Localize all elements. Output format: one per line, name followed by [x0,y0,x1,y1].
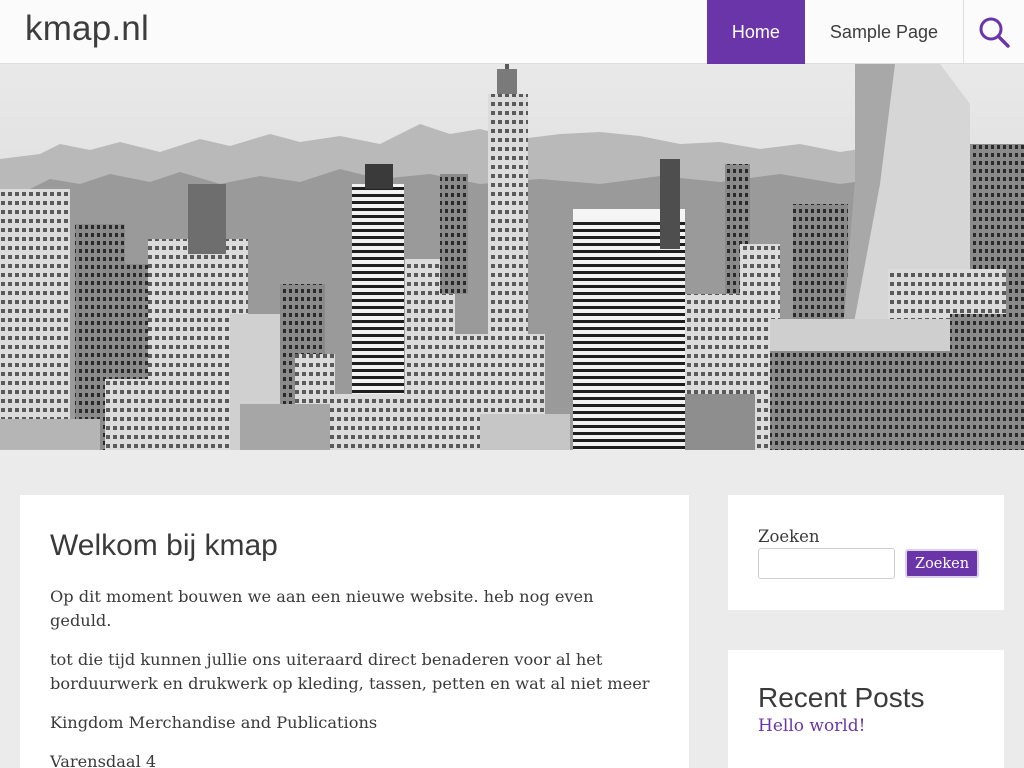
search-icon [979,17,1010,48]
search-widget: Zoeken Zoeken [728,495,1004,610]
nav-item-home[interactable]: Home [706,0,805,64]
post-paragraph: Varensdaal 4 [50,752,157,768]
post-card: Welkom bij kmap Op dit moment bouwen we … [20,495,689,768]
search-input[interactable] [758,548,895,579]
post-title: Welkom bij kmap [50,529,278,562]
hero-image [0,64,1024,450]
post-paragraph: Op dit moment bouwen we aan een nieuwe w… [50,587,594,630]
post-paragraph: Kingdom Merchandise and Publications [50,713,378,732]
city-skyline-image [0,64,1024,450]
search-label: Zoeken [758,527,820,546]
site-title-link[interactable]: kmap.nl [25,9,149,49]
recent-posts-title: Recent Posts [758,682,925,713]
recent-posts-widget: Recent Posts Hello world! [728,650,1004,768]
main-nav: Home Sample Page [706,0,963,64]
post-paragraph: tot die tijd kunnen jullie ons uiteraard… [50,650,650,693]
site-header: kmap.nl Home Sample Page [0,0,1024,64]
search-toggle-button[interactable] [963,0,1024,64]
search-form: Zoeken [758,548,980,579]
recent-post-link[interactable]: Hello world! [758,716,865,736]
nav-item-sample-page[interactable]: Sample Page [805,0,963,64]
search-submit-button[interactable]: Zoeken [905,549,980,578]
